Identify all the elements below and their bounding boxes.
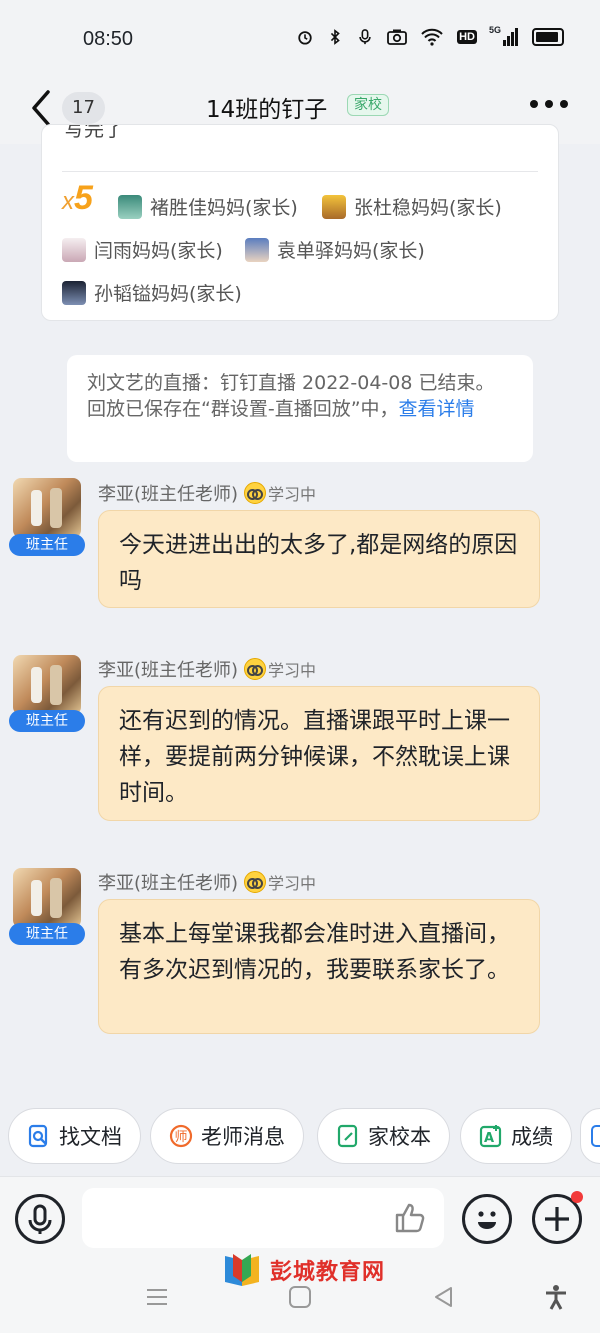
score-icon: A	[479, 1125, 502, 1148]
user-status: 学习中	[268, 485, 317, 504]
notification-dot	[571, 1191, 583, 1203]
message-bubble[interactable]: 还有迟到的情况。直播课跟平时上课一样，要提前两分钟候课，不然耽误上课时间。	[98, 686, 540, 821]
accessibility-icon[interactable]	[543, 1284, 569, 1310]
reactor-name: 张杜稳妈妈(家长)	[354, 197, 502, 219]
status-icons: HD 5G	[297, 25, 564, 46]
reaction-count-number: 5	[74, 179, 93, 217]
bluetooth-icon	[330, 29, 340, 45]
reactor-avatar	[118, 194, 142, 219]
teacher-icon: 师	[169, 1124, 193, 1148]
add-more-button[interactable]	[532, 1191, 583, 1244]
quick-action-label: 成绩	[511, 1125, 553, 1149]
live-ended-notice: 刘文艺的直播：钉钉直播 2022-04-08 已结束。回放已保存在“群设置-直播…	[67, 355, 533, 462]
quick-action-label: 家校本	[368, 1125, 431, 1149]
microphone-icon	[359, 29, 371, 45]
quick-action-label: 老师消息	[201, 1125, 285, 1149]
teacher-message-button[interactable]: 师 老师消息	[150, 1108, 304, 1164]
divider	[62, 171, 538, 172]
message-input[interactable]	[82, 1188, 444, 1248]
reactor-item[interactable]: 袁单驿妈妈(家长)	[245, 236, 425, 263]
sender-name: 李亚(班主任老师) 学习中	[98, 480, 316, 506]
reaction-card: 写完了 x5 褚胜佳妈妈(家长) 张杜稳妈妈(家长) 闫雨妈妈(家长) 袁单驿妈…	[41, 124, 559, 321]
user-status: 学习中	[268, 874, 317, 893]
svg-text:师: 师	[174, 1130, 187, 1145]
message-bubble[interactable]: 今天进进出出的太多了,都是网络的原因吗	[98, 510, 540, 608]
emoji-icon	[478, 1211, 496, 1229]
notebook-icon	[337, 1124, 358, 1148]
input-bar	[0, 1176, 600, 1262]
wifi-icon	[421, 28, 443, 46]
back-nav-icon[interactable]	[431, 1284, 457, 1310]
message-bubble[interactable]: 基本上每堂课我都会准时进入直播间，有多次迟到情况的，我要联系家长了。	[98, 899, 540, 1034]
voice-input-button[interactable]	[15, 1194, 65, 1244]
quick-action-bar: 找文档 师 老师消息 家校本 A 成绩	[0, 1108, 600, 1168]
hd-icon: HD	[457, 30, 477, 44]
status-time: 08:50	[83, 28, 134, 50]
sender-name: 李亚(班主任老师) 学习中	[98, 656, 316, 682]
home-school-book-button[interactable]: 家校本	[317, 1108, 450, 1164]
svg-text:A: A	[484, 1131, 494, 1146]
role-badge: 班主任	[9, 710, 85, 732]
reaction-count-prefix: x	[62, 188, 74, 215]
reactor-name: 孙韬镒妈妈(家长)	[94, 283, 242, 305]
user-status: 学习中	[268, 661, 317, 680]
reactor-name: 褚胜佳妈妈(家长)	[150, 197, 298, 219]
studying-status-icon	[244, 871, 267, 893]
grades-button[interactable]: A 成绩	[460, 1108, 572, 1164]
thumbs-up-icon[interactable]	[392, 1200, 428, 1236]
reactor-name: 袁单驿妈妈(家长)	[277, 240, 425, 262]
plus-icon	[545, 1207, 569, 1231]
message-text-cut: 写完了	[64, 124, 124, 141]
more-action-icon	[591, 1125, 600, 1147]
alarm-icon	[298, 31, 312, 45]
chat-title[interactable]: 14班的钉子	[206, 90, 327, 124]
home-school-tag: 家校	[347, 94, 389, 116]
more-options-button[interactable]	[530, 100, 568, 108]
sender-name: 李亚(班主任老师) 学习中	[98, 869, 316, 895]
signal-icon: 5G	[489, 25, 518, 46]
reactor-avatar	[245, 237, 269, 262]
reactor-avatar	[62, 237, 86, 262]
book-logo-icon	[225, 1254, 259, 1286]
find-document-button[interactable]: 找文档	[8, 1108, 141, 1164]
avatar[interactable]	[13, 868, 81, 928]
camera-icon	[387, 29, 408, 45]
quick-action-label: 找文档	[59, 1125, 122, 1149]
reactor-item[interactable]: 褚胜佳妈妈(家长)	[118, 193, 298, 220]
reaction-count: x5	[62, 179, 93, 218]
studying-status-icon	[244, 658, 267, 680]
role-badge: 班主任	[9, 923, 85, 945]
emoji-button[interactable]	[462, 1194, 512, 1244]
watermark: 彭城教育网	[222, 1252, 385, 1288]
reactor-item[interactable]: 张杜稳妈妈(家长)	[322, 193, 502, 220]
battery-icon	[532, 28, 564, 46]
reactor-avatar	[322, 194, 346, 219]
reactor-item[interactable]: 闫雨妈妈(家长)	[62, 236, 223, 263]
reactor-name: 闫雨妈妈(家长)	[94, 240, 223, 262]
view-details-link[interactable]: 查看详情	[399, 398, 475, 420]
reactor-item[interactable]: 孙韬镒妈妈(家长)	[62, 279, 242, 306]
menu-icon[interactable]	[144, 1284, 170, 1310]
microphone-icon	[28, 1204, 52, 1234]
role-badge: 班主任	[9, 534, 85, 556]
avatar[interactable]	[13, 655, 81, 715]
doc-search-icon	[28, 1124, 48, 1148]
avatar[interactable]	[13, 478, 81, 538]
watermark-text: 彭城教育网	[270, 1259, 386, 1284]
reactor-avatar	[62, 280, 86, 305]
status-bar: 08:50 HD 5G	[0, 0, 600, 80]
more-quick-action-button[interactable]	[580, 1108, 600, 1164]
studying-status-icon	[244, 482, 267, 504]
unread-count-badge[interactable]: 17	[62, 92, 105, 124]
